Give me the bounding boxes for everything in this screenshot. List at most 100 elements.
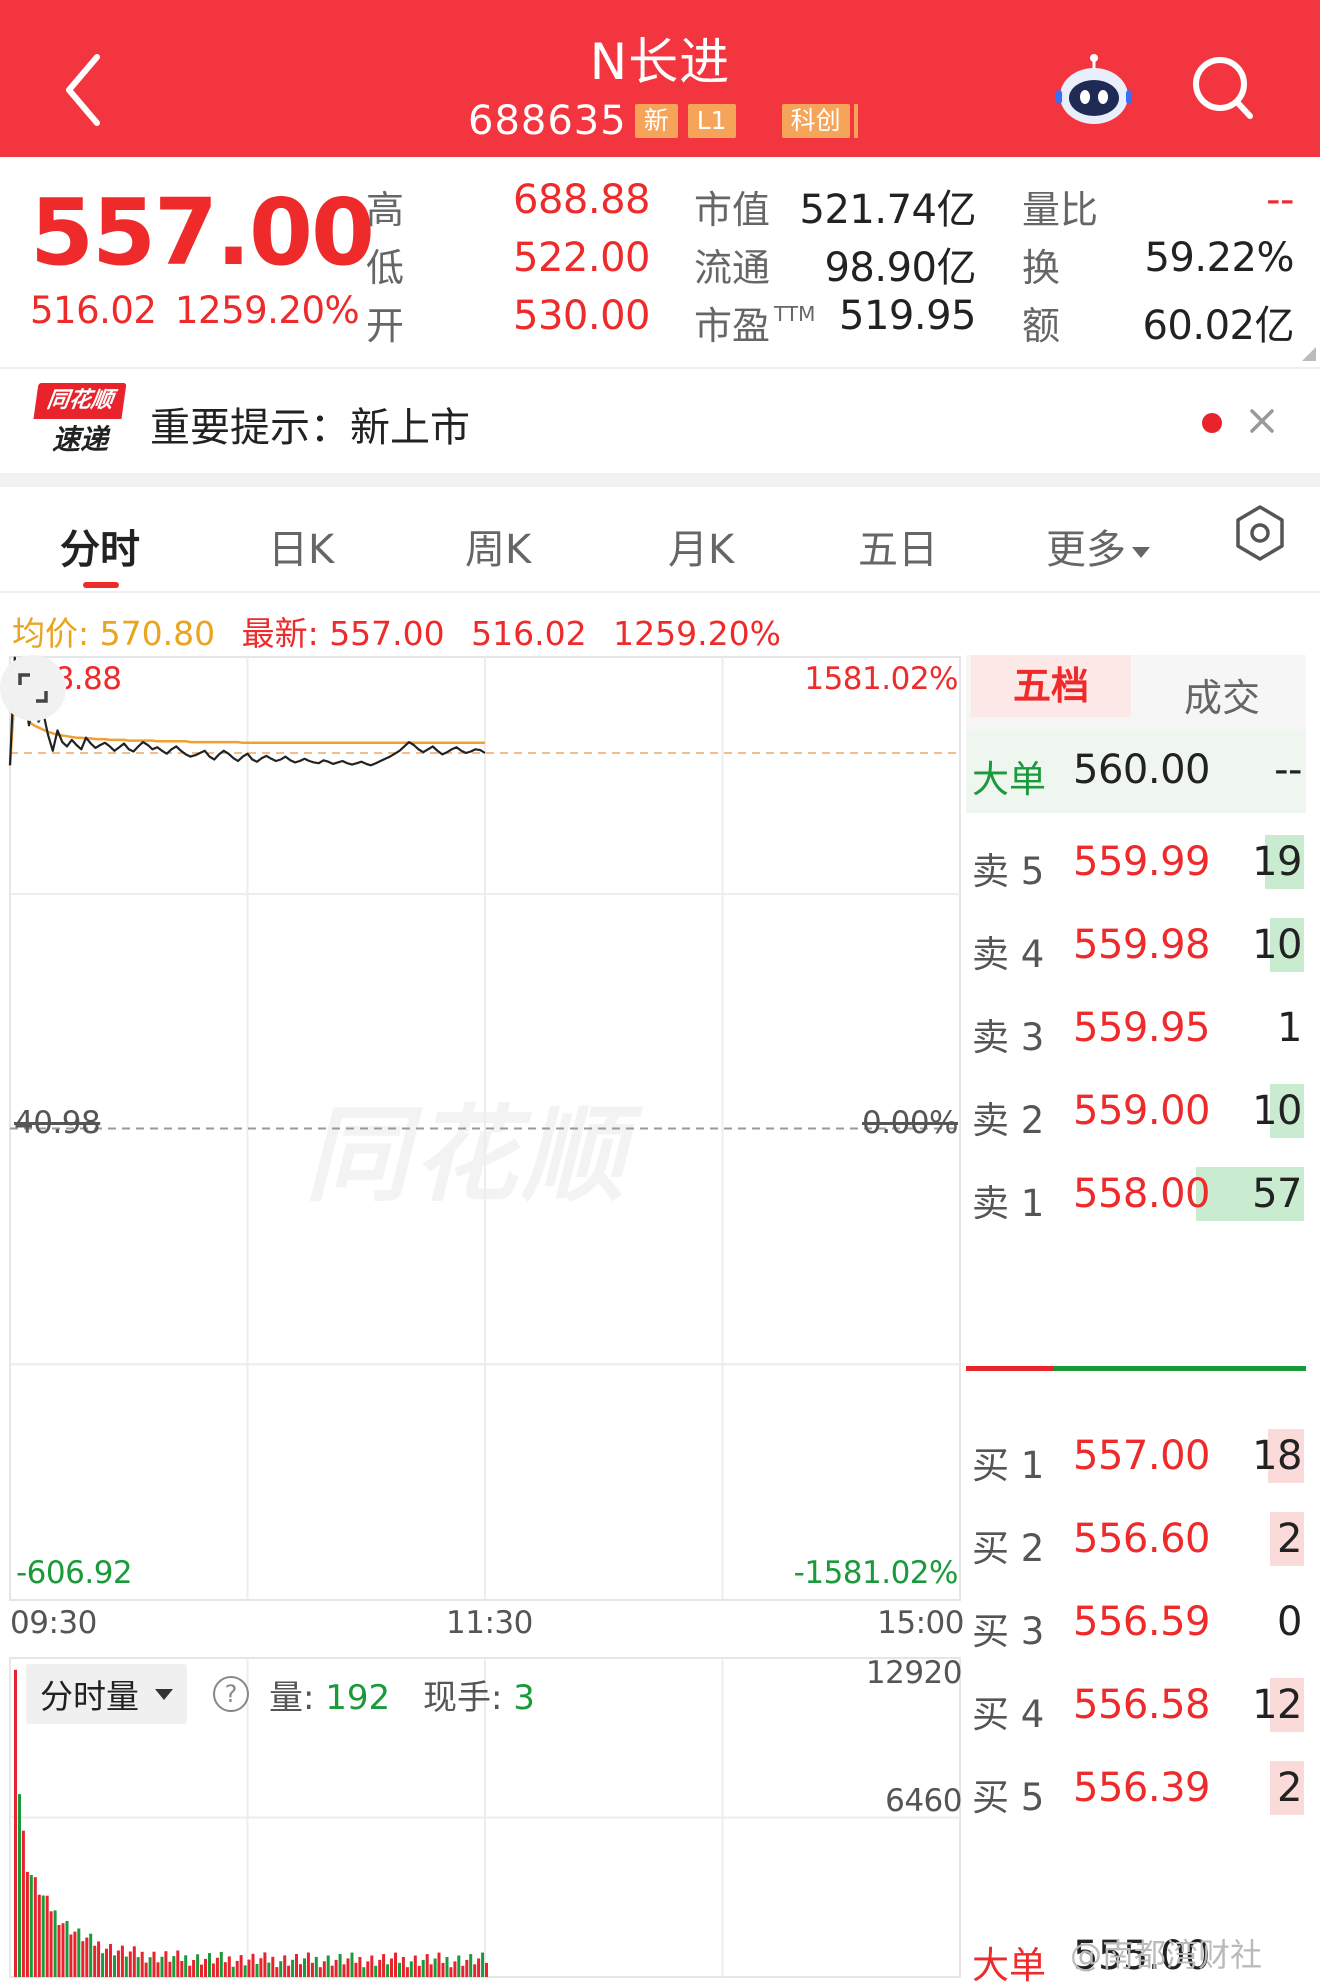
volume-bar xyxy=(398,1962,401,1977)
volume-bar xyxy=(140,1951,144,1977)
search-icon[interactable] xyxy=(1188,48,1258,128)
chart-canvas[interactable] xyxy=(0,655,966,1982)
volume-indicator-select[interactable]: 分时量 xyxy=(26,1664,187,1724)
volume-bar xyxy=(235,1960,239,1977)
bid-level-row[interactable]: 买 5 556.39 2 xyxy=(966,1747,1306,1827)
volume-bar xyxy=(255,1964,259,1977)
volratio-value: -- xyxy=(1266,177,1294,223)
volume-bar xyxy=(382,1954,386,1977)
ask-level-row[interactable]: 卖 3 559.95 1 xyxy=(966,987,1306,1067)
volume-bar xyxy=(429,1964,433,1977)
volume-readout: 量: 192 现手: 3 xyxy=(269,1670,535,1719)
bid-level-qty: 12 xyxy=(1252,1682,1302,1728)
volume-bar xyxy=(61,1923,65,1977)
ask-level-label: 卖 4 xyxy=(972,933,1045,976)
weibo-watermark: @南都湾财社 xyxy=(1070,1936,1263,1974)
volume-bar xyxy=(263,1952,267,1977)
tab-weekly-k[interactable]: 周K xyxy=(465,517,531,575)
robot-assistant-icon[interactable] xyxy=(1054,50,1134,130)
tab-five-levels[interactable]: 五档 xyxy=(971,655,1131,717)
avg-label: 均价: xyxy=(12,614,100,653)
tab-intraday[interactable]: 分时 xyxy=(60,517,140,575)
ask-level-row[interactable]: 卖 4 559.98 10 xyxy=(966,904,1306,984)
volume-bar xyxy=(25,1871,29,1977)
vol-tick-mid: 6460 xyxy=(885,1783,962,1819)
volume-bar xyxy=(180,1961,184,1977)
y-left-min: -606.92 xyxy=(16,1555,133,1591)
ask-level-qty: 10 xyxy=(1252,922,1302,968)
volume-bar xyxy=(485,1962,488,1977)
ask-level-row[interactable]: 卖 5 559.99 19 xyxy=(966,821,1306,901)
hand-value: 3 xyxy=(513,1677,535,1718)
unread-dot xyxy=(1202,413,1222,433)
tab-more[interactable]: 更多 xyxy=(1046,517,1150,575)
ask-level-row[interactable]: 卖 1 558.00 57 xyxy=(966,1153,1306,1233)
volume-bar xyxy=(271,1956,275,1977)
fullscreen-icon[interactable] xyxy=(0,655,66,721)
volume-bar xyxy=(184,1955,188,1977)
bid-level-price: 556.59 xyxy=(1073,1599,1210,1645)
bid-level-row[interactable]: 买 4 556.58 12 xyxy=(966,1664,1306,1744)
help-icon[interactable]: ? xyxy=(213,1676,249,1712)
volume-bar xyxy=(124,1956,128,1977)
volume-bar xyxy=(160,1956,164,1977)
tab-trades[interactable]: 成交 xyxy=(1184,667,1260,722)
open-value: 530.00 xyxy=(513,293,650,339)
volume-bar xyxy=(41,1895,45,1977)
ask-level-row[interactable]: 卖 2 559.00 10 xyxy=(966,1070,1306,1150)
close-icon[interactable] xyxy=(1240,399,1284,443)
expand-corner-icon[interactable] xyxy=(1302,347,1316,361)
y-left-mid: 40.98 xyxy=(14,1105,101,1141)
bid-level-row[interactable]: 买 3 556.59 0 xyxy=(966,1581,1306,1661)
bid-level-row[interactable]: 买 1 557.00 18 xyxy=(966,1415,1306,1495)
volume-bar xyxy=(148,1957,152,1977)
bid-ask-ratio-line xyxy=(966,1366,1306,1371)
ask-level-label: 卖 2 xyxy=(972,1099,1045,1142)
avg-price: 570.80 xyxy=(99,614,216,653)
tag-divider xyxy=(853,104,858,138)
volume-bar xyxy=(227,1956,231,1977)
bid-level-label: 买 4 xyxy=(972,1693,1045,1736)
volume-bar xyxy=(69,1934,73,1977)
tab-five-day[interactable]: 五日 xyxy=(858,517,938,575)
pe-label: 市盈 TTM xyxy=(694,295,815,350)
price-change-pct: 1259.20% xyxy=(175,289,360,332)
volume-bar xyxy=(326,1955,330,1977)
settings-hexagon-icon[interactable] xyxy=(1228,501,1292,565)
volume-bar xyxy=(196,1954,200,1977)
y-right-mid: 0.00% xyxy=(862,1105,958,1141)
bid-level-label: 买 5 xyxy=(972,1776,1045,1819)
volume-bar xyxy=(251,1953,255,1977)
turnover-label: 换 xyxy=(1022,246,1061,290)
volume-bar xyxy=(469,1954,473,1977)
volume-bar xyxy=(144,1962,148,1977)
volume-bar xyxy=(215,1957,219,1977)
open-label: 开 xyxy=(366,304,405,348)
tab-daily-k[interactable]: 日K xyxy=(268,517,334,575)
volume-bar xyxy=(334,1959,338,1977)
big-order-row: 大单 560.00 -- xyxy=(966,729,1306,813)
order-book-tabs: 五档 成交 xyxy=(966,655,1306,729)
tab-monthly-k[interactable]: 月K xyxy=(668,517,734,575)
volume-bar xyxy=(152,1951,156,1977)
volume-bar xyxy=(358,1957,362,1977)
bid-level-row[interactable]: 买 2 556.60 2 xyxy=(966,1498,1306,1578)
stock-code: 688635 xyxy=(468,98,627,144)
volume-bar xyxy=(29,1875,33,1977)
volume-bar xyxy=(109,1944,112,1977)
intraday-chart[interactable]: 同花顺 688.88 40.98 -606.92 1581.02% 0.00% … xyxy=(0,655,966,1982)
ths-express-logo: 同花顺 速递 xyxy=(33,383,127,461)
notice-bar[interactable]: 同花顺 速递 重要提示：新上市 xyxy=(0,369,1320,473)
volume-bar xyxy=(18,1794,21,1977)
volume-bar xyxy=(350,1952,354,1977)
star-market-tag: 科创 xyxy=(781,104,850,138)
volume-bar xyxy=(77,1928,81,1977)
ask-level-qty: 19 xyxy=(1252,839,1302,885)
volume-bar xyxy=(441,1962,445,1977)
level-tag: L1 xyxy=(687,104,736,138)
volume-bar xyxy=(113,1955,116,1977)
ask-level-price: 559.95 xyxy=(1073,1005,1210,1051)
volume-bar xyxy=(338,1954,342,1977)
volume-bar xyxy=(211,1963,215,1977)
volume-bar xyxy=(437,1952,441,1977)
